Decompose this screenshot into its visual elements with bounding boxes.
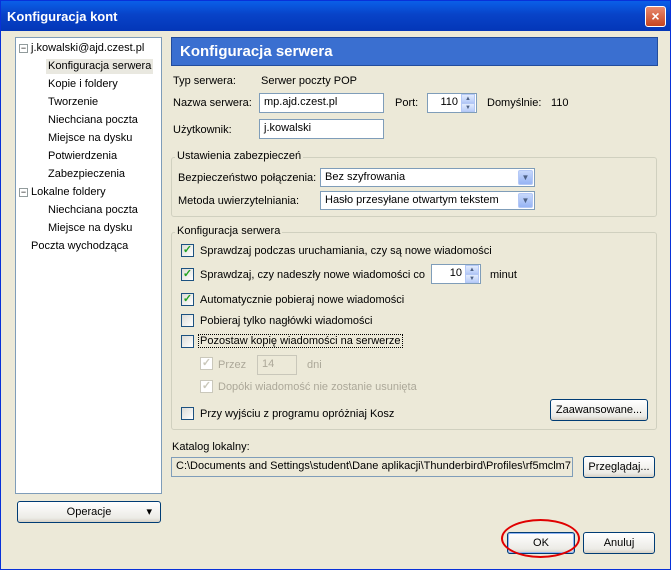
- keep-days-input[interactable]: 14: [257, 355, 297, 375]
- security-group-title: Ustawienia zabezpieczeń: [175, 150, 304, 162]
- window-title: Konfiguracja kont: [7, 9, 118, 24]
- keep-days-checkbox[interactable]: ✓: [200, 357, 213, 370]
- tree-item-disk-space[interactable]: Miejsce na dysku: [48, 131, 132, 146]
- advanced-button[interactable]: Zaawansowane...: [550, 399, 648, 421]
- until-deleted-checkbox[interactable]: ✓: [200, 380, 213, 393]
- default-port-label: Domyślnie:: [487, 97, 542, 109]
- cancel-button[interactable]: Anuluj: [583, 532, 655, 554]
- tree-item-local-junk[interactable]: Niechciana poczta: [48, 203, 138, 218]
- server-type-value: Serwer poczty POP: [261, 75, 357, 87]
- port-label: Port:: [395, 97, 419, 109]
- local-directory-input[interactable]: C:\Documents and Settings\student\Dane a…: [171, 457, 573, 477]
- tree-item-server-settings[interactable]: Konfiguracja serwera: [46, 59, 154, 74]
- keep-days-label: Przez: [218, 359, 247, 371]
- tree-account[interactable]: j.kowalski@ajd.czest.pl: [31, 41, 144, 56]
- port-value: 110: [440, 96, 458, 108]
- tree-local-folders[interactable]: Lokalne foldery: [31, 185, 106, 200]
- tree-item-receipts[interactable]: Potwierdzenia: [48, 149, 117, 164]
- auto-download-label: Automatycznie pobieraj nowe wiadomości: [200, 294, 405, 306]
- collapse-icon[interactable]: −: [19, 188, 28, 197]
- default-port-value: 110: [551, 97, 569, 109]
- operations-label: Operacje: [66, 506, 112, 518]
- tree-item-junk[interactable]: Niechciana poczta: [48, 113, 138, 128]
- dropdown-arrow-icon: ▾: [146, 506, 152, 518]
- spin-down-icon[interactable]: ▼: [465, 274, 479, 283]
- tree-item-composition[interactable]: Tworzenie: [48, 95, 98, 110]
- connection-security-label: Bezpieczeństwo połączenia:: [178, 172, 317, 184]
- headers-only-checkbox[interactable]: [181, 314, 194, 327]
- auth-method-value: Hasło przesyłane otwartym tekstem: [325, 194, 499, 206]
- server-type-label: Typ serwera:: [173, 75, 236, 87]
- check-interval-input[interactable]: 10 ▲ ▼: [431, 264, 481, 284]
- keep-days-value: 14: [262, 358, 275, 370]
- auto-download-checkbox[interactable]: ✓: [181, 293, 194, 306]
- check-every-label: Sprawdzaj, czy nadeszły nowe wiadomości …: [200, 269, 425, 281]
- auth-method-label: Metoda uwierzytelniania:: [178, 195, 300, 207]
- spin-up-icon[interactable]: ▲: [465, 265, 479, 274]
- server-name-label: Nazwa serwera:: [173, 97, 252, 109]
- dropdown-arrow-icon: ▼: [518, 170, 533, 185]
- local-directory-label: Katalog lokalny:: [172, 441, 250, 453]
- auth-method-select[interactable]: Hasło przesyłane otwartym tekstem ▼: [320, 191, 535, 210]
- empty-trash-checkbox[interactable]: [181, 407, 194, 420]
- check-interval-value: 10: [449, 267, 462, 279]
- leave-copy-label: Pozostaw kopię wiadomości na serwerze: [198, 334, 403, 348]
- port-input[interactable]: 110 ▲ ▼: [427, 93, 477, 113]
- spin-up-icon[interactable]: ▲: [461, 94, 475, 103]
- tree-item-local-disk-space[interactable]: Miejsce na dysku: [48, 221, 132, 236]
- check-every-checkbox[interactable]: ✓: [181, 268, 194, 281]
- connection-security-value: Bez szyfrowania: [325, 171, 406, 183]
- highlight-annotation: [501, 519, 580, 558]
- keep-days-unit: dni: [307, 359, 322, 371]
- headers-only-label: Pobieraj tylko nagłówki wiadomości: [200, 315, 373, 327]
- server-settings-group-title: Konfiguracja serwera: [175, 225, 283, 237]
- close-icon[interactable]: ×: [645, 6, 666, 27]
- tree-item-copies-folders[interactable]: Kopie i foldery: [48, 77, 118, 92]
- account-tree: − j.kowalski@ajd.czest.pl Konfiguracja s…: [15, 37, 162, 494]
- check-startup-label: Sprawdzaj podczas uruchamiania, czy są n…: [200, 245, 492, 257]
- spin-down-icon[interactable]: ▼: [461, 103, 475, 112]
- title-bar: Konfiguracja kont ×: [1, 1, 670, 31]
- connection-security-select[interactable]: Bez szyfrowania ▼: [320, 168, 535, 187]
- tree-outgoing-server[interactable]: Poczta wychodząca: [31, 239, 128, 254]
- leave-copy-checkbox[interactable]: [181, 335, 194, 348]
- collapse-icon[interactable]: −: [19, 44, 28, 53]
- operations-button[interactable]: Operacje ▾: [17, 501, 161, 523]
- check-startup-checkbox[interactable]: ✓: [181, 244, 194, 257]
- check-interval-unit: minut: [490, 269, 517, 281]
- account-settings-window: Konfiguracja kont × − j.kowalski@ajd.cze…: [0, 0, 671, 570]
- dropdown-arrow-icon: ▼: [518, 193, 533, 208]
- username-input[interactable]: j.kowalski: [259, 119, 384, 139]
- tree-item-security[interactable]: Zabezpieczenia: [48, 167, 125, 182]
- empty-trash-label: Przy wyjściu z programu opróżniaj Kosz: [200, 408, 395, 420]
- username-label: Użytkownik:: [173, 124, 232, 136]
- server-name-input[interactable]: mp.ajd.czest.pl: [259, 93, 384, 113]
- page-title: Konfiguracja serwera: [171, 37, 658, 66]
- until-deleted-label: Dopóki wiadomość nie zostanie usunięta: [218, 381, 417, 393]
- browse-button[interactable]: Przeglądaj...: [583, 456, 655, 478]
